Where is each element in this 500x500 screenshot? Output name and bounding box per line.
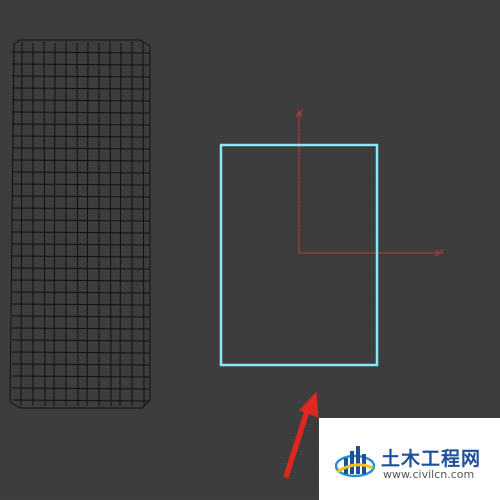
gizmo-x-label: x xyxy=(439,247,445,257)
mesh-vertical-line xyxy=(53,42,56,407)
arrow-shaft xyxy=(283,403,312,479)
transform-gizmo[interactable] xyxy=(295,111,441,257)
arrow-head xyxy=(299,391,319,418)
mesh-vertical-line xyxy=(86,41,89,407)
mesh-vertical-line xyxy=(142,42,145,407)
brand-name: 土木工程网 xyxy=(381,448,482,470)
gizmo-y-label: y xyxy=(298,107,304,117)
building-bars-icon xyxy=(335,446,375,478)
mesh-vertical-line xyxy=(109,41,112,407)
mesh-vertical-line xyxy=(119,42,122,407)
mesh-vertical-line xyxy=(20,41,23,407)
watermark-logo: 土木工程网 www.civilcn.com xyxy=(319,418,500,500)
wireframe-box-mesh[interactable] xyxy=(9,39,151,409)
annotation-arrow xyxy=(283,391,319,479)
mesh-vertical-lines xyxy=(20,41,145,407)
brand-url: www.civilcn.com xyxy=(383,468,475,481)
mesh-vertical-line xyxy=(43,41,46,407)
mesh-vertical-line xyxy=(76,42,79,407)
